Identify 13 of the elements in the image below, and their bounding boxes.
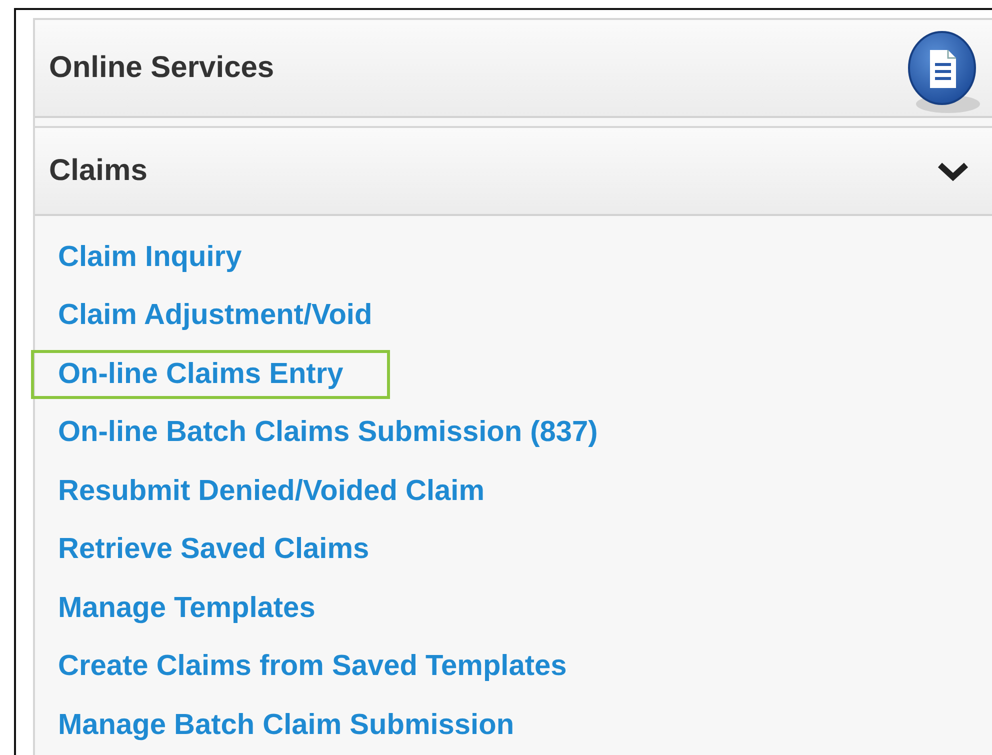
menu-link[interactable]: Claim Inquiry: [31, 232, 289, 282]
section-header[interactable]: Claims: [35, 126, 992, 216]
section-title: Claims: [49, 154, 148, 188]
menu-link[interactable]: Create Claims from Saved Templates: [31, 642, 614, 692]
chevron-down-icon: [936, 160, 970, 182]
menu-link[interactable]: On-line Batch Claims Submission (837): [31, 408, 645, 458]
panel-title: Online Services: [49, 51, 274, 85]
menu-link[interactable]: Retrieve Saved Claims: [31, 525, 416, 574]
menu-link[interactable]: Resubmit Denied/Voided Claim: [31, 466, 532, 516]
menu-link[interactable]: On-line Claims Entry: [31, 350, 390, 399]
menu-link[interactable]: Claim Adjustment/Void: [31, 291, 420, 340]
menu-link[interactable]: Manage Templates: [31, 584, 362, 633]
menu-link[interactable]: Manage Batch Claim Submission: [31, 700, 562, 750]
